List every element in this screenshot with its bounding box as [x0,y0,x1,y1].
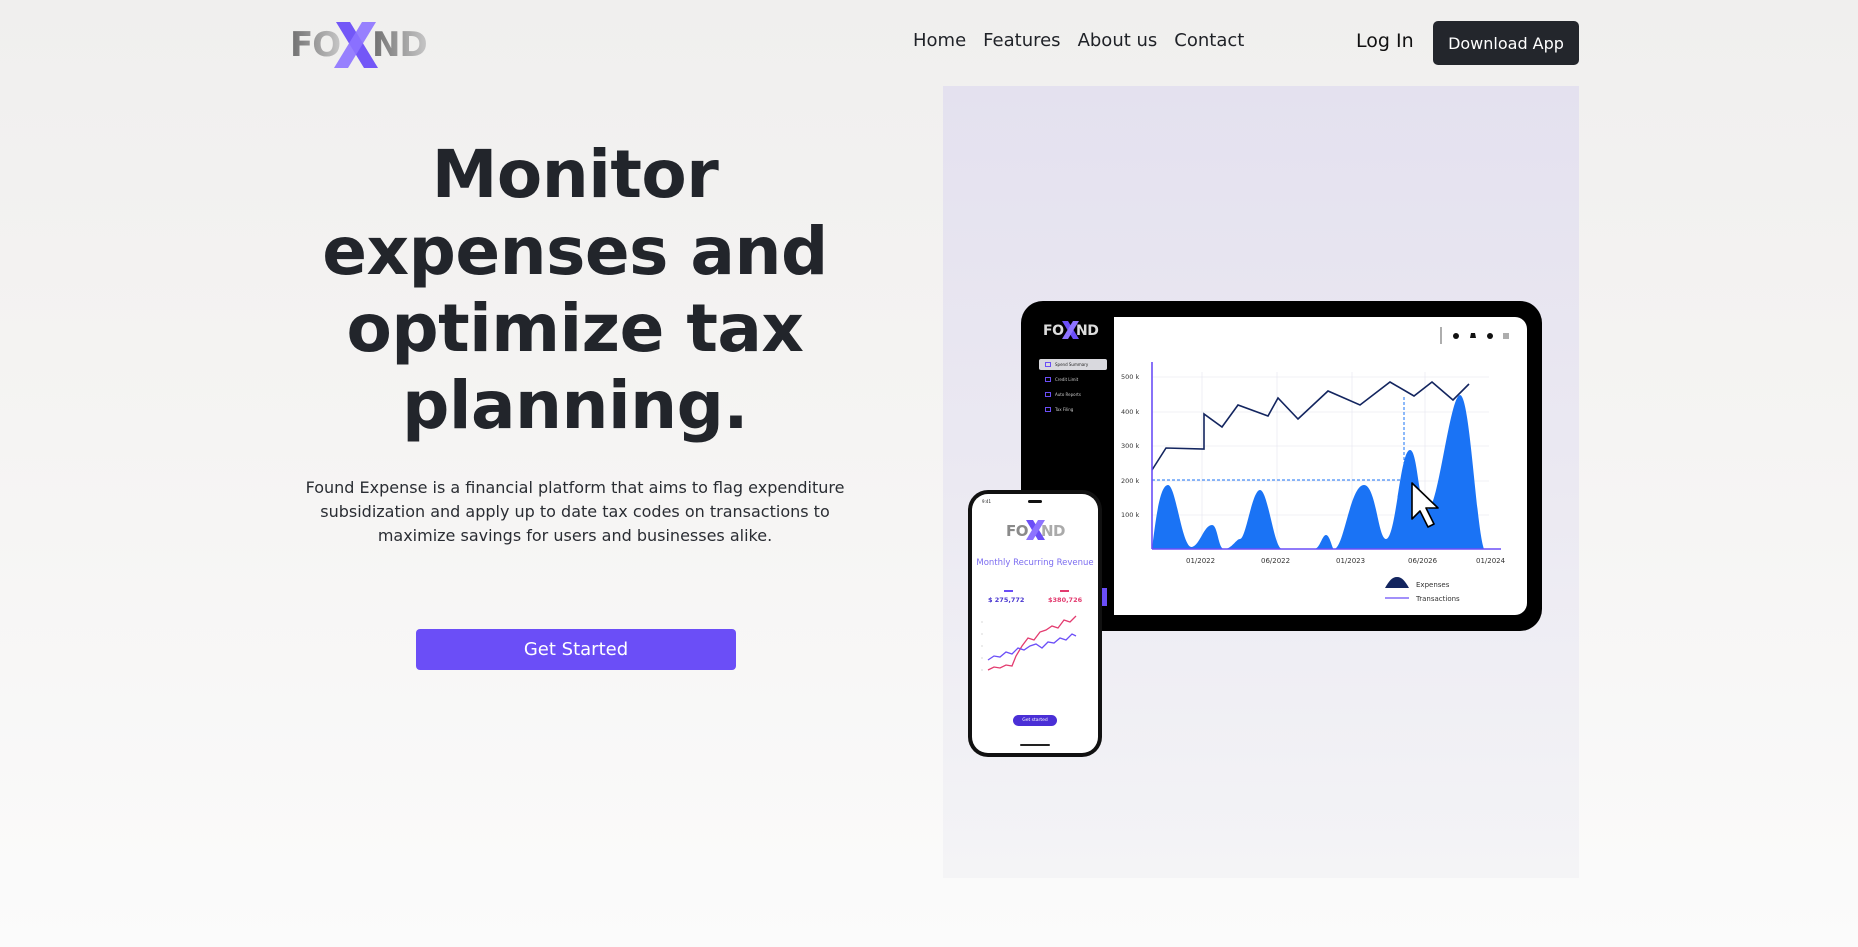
phone-notch [1028,500,1042,503]
phone-mockup: 9:41 FO ND Monthly Recurring Revenue $ 2… [968,490,1102,757]
phone-value-1: $ 275,772 [988,596,1025,604]
x-tick-label: 01/2024 [1476,557,1506,565]
phone-home-indicator [1020,744,1050,746]
bell-icon[interactable] [1470,333,1476,338]
legend-label: Transactions [1415,595,1460,603]
phone-series-marker [1004,590,1013,592]
square-icon [1045,377,1051,382]
phone-series-marker [1060,590,1069,592]
tablet-sidebar-item[interactable]: Spend Summary [1039,359,1107,370]
svg-text:ND: ND [1041,522,1065,540]
hero-title: Monitor expenses and optimize tax planni… [290,136,860,444]
square-icon [1045,407,1051,412]
nav-about-us[interactable]: About us [1078,30,1158,51]
y-tick-label: 200 k [1121,477,1139,485]
nav-features[interactable]: Features [983,30,1060,51]
tablet-screen: 100 k 200 k 300 k 400 k 500 k 01/2022 06… [1114,317,1527,615]
found-logo[interactable]: FO ND [290,18,430,72]
get-started-button[interactable]: Get Started [416,629,736,670]
x-tick-label: 01/2022 [1186,557,1215,565]
svg-text:ND: ND [372,25,427,65]
tablet-sidebar-label: Tax Filing [1055,407,1074,412]
main-nav: Home Features About us Contact [913,30,1244,51]
tablet-sidebar-item[interactable]: Auto Reports [1039,389,1107,400]
hero-title-line: expenses and [322,213,828,290]
hero-title-line: optimize tax [346,290,804,367]
phone-status-time: 9:41 [982,499,991,504]
tablet-sidebar-label: Credit Limit [1055,377,1079,382]
y-tick-label: 300 k [1121,442,1139,450]
legend-label: Expenses [1416,581,1450,589]
x-tick-label: 06/2022 [1261,557,1290,565]
tablet-sidebar-label: Spend Summary [1055,362,1089,367]
square-icon [1045,362,1051,367]
phone-logo: FO ND [1006,520,1066,540]
y-tick-label: 500 k [1121,373,1139,381]
menu-icon[interactable] [1503,333,1509,339]
legend-expenses-swatch [1385,577,1409,588]
login-link[interactable]: Log In [1356,30,1414,52]
tablet-sidebar-item[interactable]: Tax Filing [1039,404,1107,415]
tablet-sidebar-label: Auto Reports [1055,392,1081,397]
hero-title-line: planning. [402,367,748,444]
x-tick-label: 01/2023 [1336,557,1365,565]
hero-title-line: Monitor [431,136,719,213]
download-app-button[interactable]: Download App [1433,21,1579,65]
tablet-logo: FO ND [1043,321,1099,339]
transactions-line [1151,380,1470,471]
y-tick-label: 400 k [1121,408,1139,416]
y-tick-label: 100 k [1121,511,1139,519]
toolbar-dot-icon[interactable] [1453,333,1459,339]
profile-icon[interactable] [1487,333,1493,339]
x-tick-label: 06/2026 [1408,557,1438,565]
phone-revenue-chart [981,615,1077,671]
svg-text:FO: FO [1006,522,1028,540]
phone-value-2: $380,726 [1048,596,1083,604]
phone-title: Monthly Recurring Revenue [976,558,1094,568]
expense-chart: 100 k 200 k 300 k 400 k 500 k 01/2022 06… [1121,327,1509,603]
square-icon [1045,392,1051,397]
svg-text:ND: ND [1076,323,1098,339]
phone-get-started-button[interactable]: Get started [1013,715,1057,726]
tablet-sidebar-item[interactable]: Credit Limit [1039,374,1107,385]
hero-description: Found Expense is a financial platform th… [305,478,845,545]
svg-text:FO: FO [290,25,340,65]
phone-screen: 9:41 FO ND Monthly Recurring Revenue $ 2… [972,494,1098,753]
nav-home[interactable]: Home [913,30,966,51]
nav-contact[interactable]: Contact [1174,30,1244,51]
svg-text:FO: FO [1043,323,1064,339]
